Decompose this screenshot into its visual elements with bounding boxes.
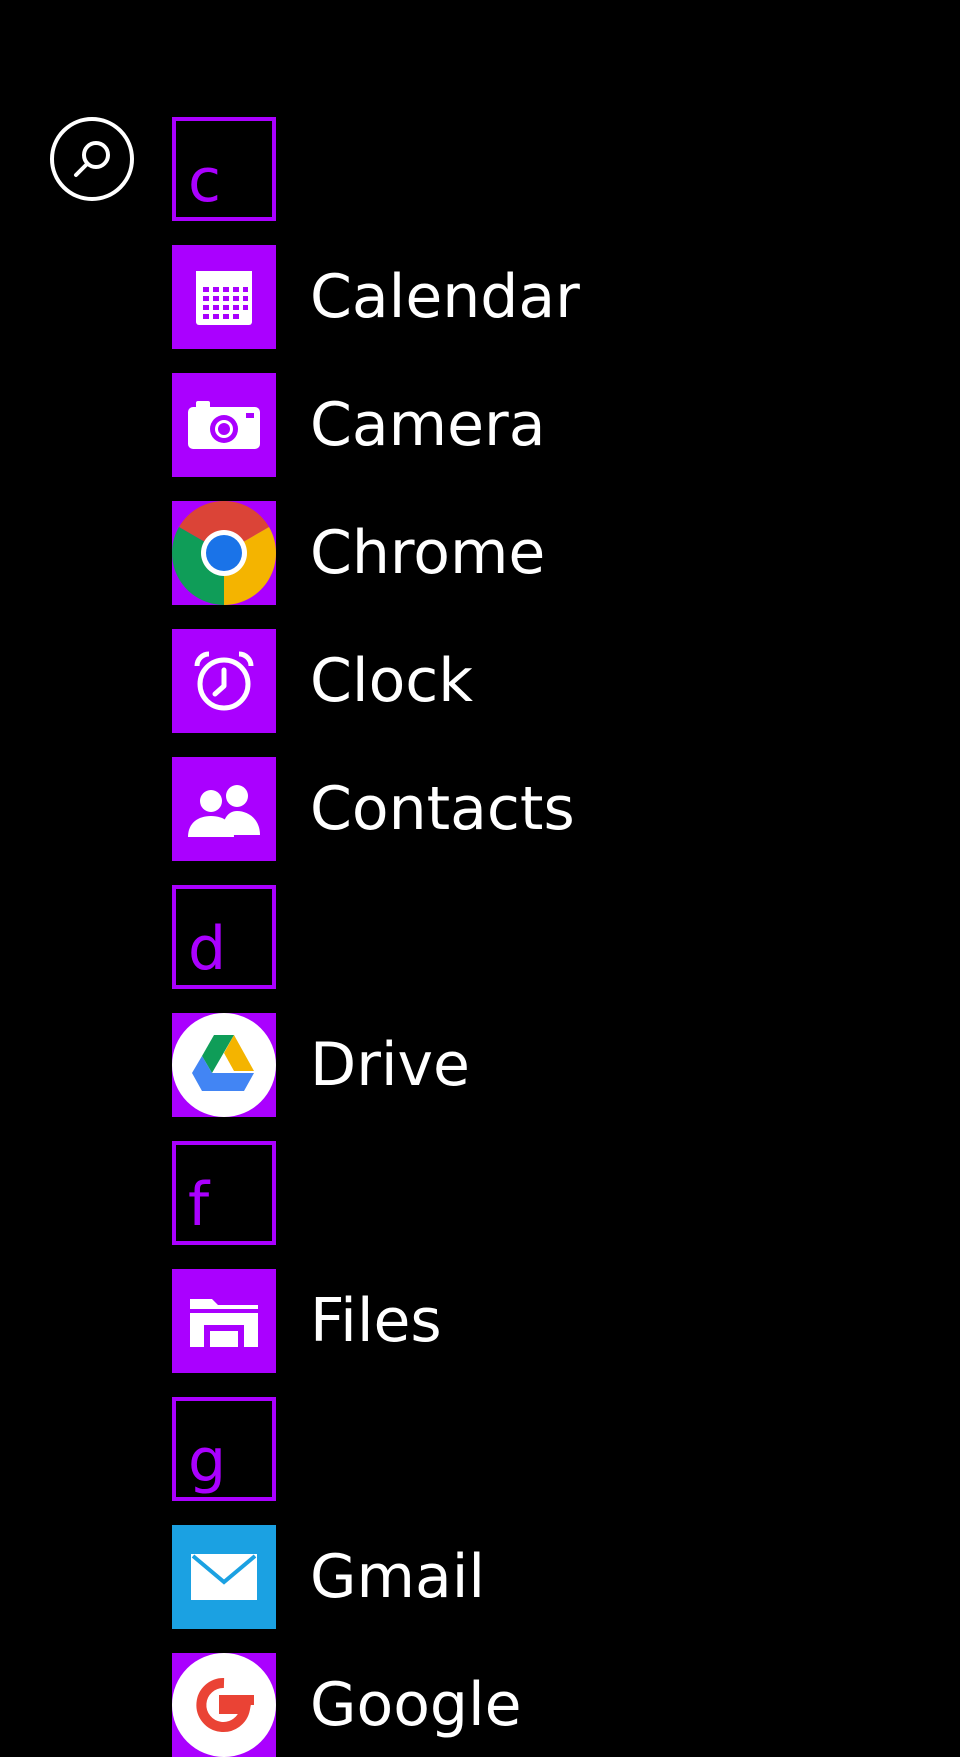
app-label: Calendar [310,262,580,332]
app-label: Google [310,1670,522,1740]
letter-group-f[interactable]: f [172,1141,276,1245]
letter-group-g[interactable]: g [172,1397,276,1501]
app-item-chrome[interactable]: Chrome [172,501,545,605]
letter-tile-c[interactable]: c [172,117,276,221]
app-item-gmail[interactable]: Gmail [172,1525,485,1629]
chrome-tile [172,501,276,605]
app-label: Clock [310,646,474,716]
letter-group-c[interactable]: c [172,117,276,221]
clock-tile [172,629,276,733]
app-label: Files [310,1286,442,1356]
mail-icon [191,1554,257,1600]
gmail-tile [172,1525,276,1629]
app-label: Drive [310,1030,470,1100]
app-label: Chrome [310,518,546,588]
app-label: Contacts [310,774,575,844]
chrome-icon [172,501,276,605]
app-item-clock[interactable]: Clock [172,629,473,733]
app-item-contacts[interactable]: Contacts [172,757,575,861]
google-icon [172,1653,276,1757]
letter-tile-d[interactable]: d [172,885,276,989]
files-tile [172,1269,276,1373]
folder-icon [190,1299,258,1347]
app-label: Gmail [310,1542,486,1612]
app-item-drive[interactable]: Drive [172,1013,470,1117]
letter-tile-g[interactable]: g [172,1397,276,1501]
app-item-files[interactable]: Files [172,1269,442,1373]
search-button[interactable] [50,117,134,201]
camera-icon [188,401,260,449]
calendar-icon [196,271,252,325]
google-tile [172,1653,276,1757]
letter-tile-f[interactable]: f [172,1141,276,1245]
calendar-tile [172,245,276,349]
app-item-camera[interactable]: Camera [172,373,545,477]
camera-tile [172,373,276,477]
letter-group-d[interactable]: d [172,885,276,989]
app-label: Camera [310,390,546,460]
google-drive-icon [172,1013,276,1117]
app-item-calendar[interactable]: Calendar [172,245,580,349]
contacts-icon [188,785,260,837]
alarm-clock-icon [194,651,254,711]
contacts-tile [172,757,276,861]
app-item-google[interactable]: Google [172,1653,522,1757]
drive-tile [172,1013,276,1117]
search-icon [74,141,110,177]
